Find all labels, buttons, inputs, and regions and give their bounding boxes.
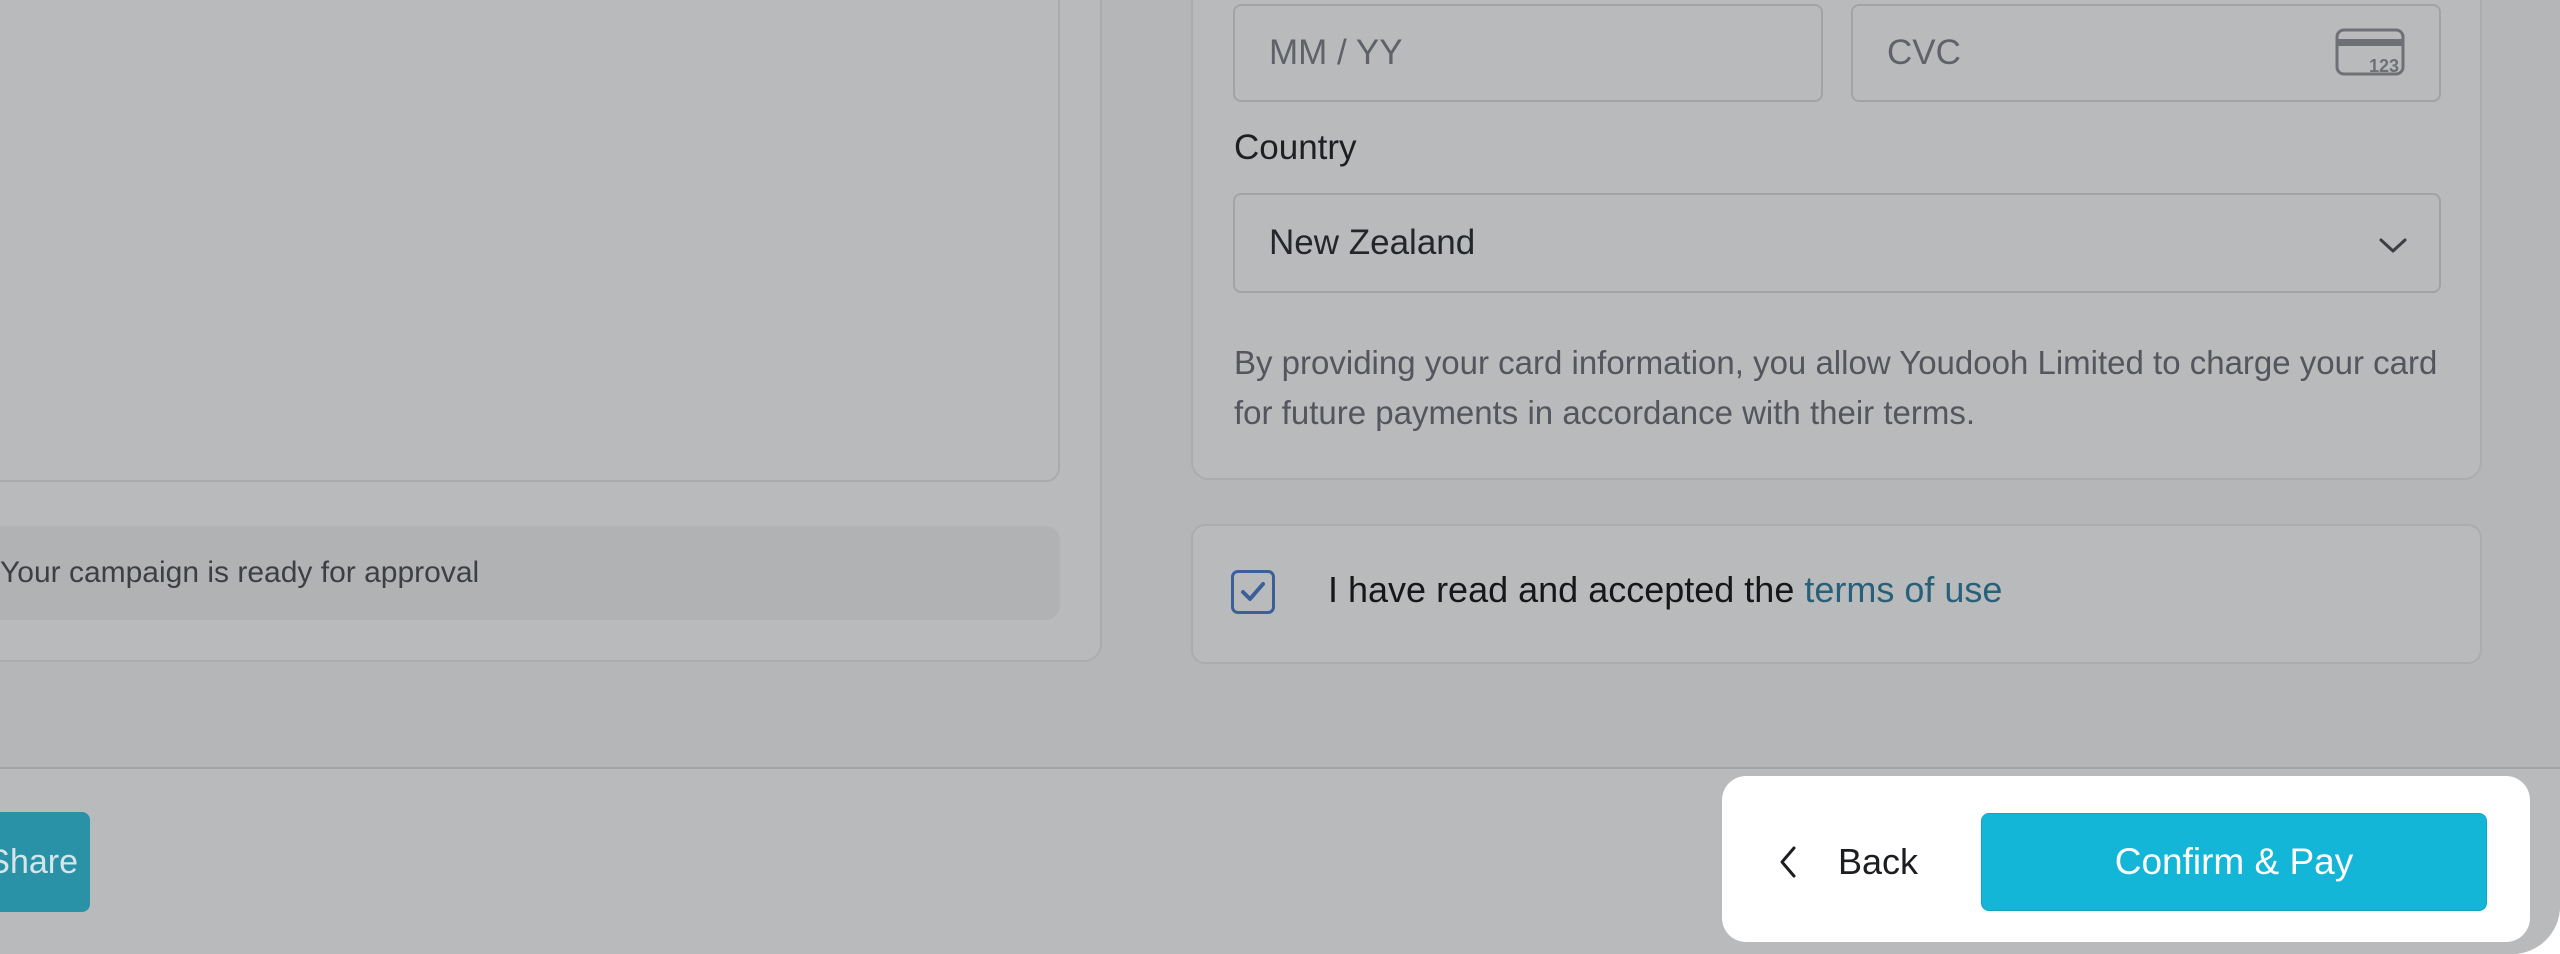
card-expiry-input[interactable]: MM / YY bbox=[1233, 4, 1823, 102]
terms-checkbox[interactable] bbox=[1231, 570, 1275, 614]
status-banner-text: Your campaign is ready for approval bbox=[0, 556, 480, 589]
card-expiry-placeholder: MM / YY bbox=[1269, 33, 1403, 72]
card-cvc-input[interactable]: CVC 123 bbox=[1851, 4, 2441, 102]
share-button[interactable]: Share bbox=[0, 812, 90, 912]
chevron-down-icon bbox=[2379, 238, 2407, 253]
country-select-value: New Zealand bbox=[1269, 223, 1476, 262]
back-button-label: Back bbox=[1838, 841, 1919, 882]
modal-overlay-content: Your campaign is ready for approval MM /… bbox=[0, 0, 2560, 768]
card-disclaimer: By providing your card information, you … bbox=[1234, 344, 2438, 431]
card-cvc-icon: 123 bbox=[2335, 28, 2405, 76]
app-frame: Your campaign is ready for approval MM /… bbox=[0, 0, 2560, 954]
country-select[interactable]: New Zealand bbox=[1233, 193, 2441, 293]
share-button-label: Share bbox=[0, 842, 78, 881]
svg-text:123: 123 bbox=[2369, 56, 2399, 76]
back-button[interactable]: Back bbox=[1766, 812, 1956, 912]
terms-of-use-link[interactable]: terms of use bbox=[1804, 569, 2002, 610]
chevron-left-icon bbox=[1780, 846, 1796, 878]
status-banner-text-wrap: Your campaign is ready for approval bbox=[0, 529, 1060, 617]
terms-text-label: I have read and accepted the bbox=[1328, 569, 1805, 610]
checkmark-icon bbox=[1241, 582, 1265, 601]
confirm-pay-button[interactable]: Confirm & Pay bbox=[1981, 813, 2487, 911]
card-cvc-placeholder: CVC bbox=[1887, 33, 1961, 72]
country-label: Country bbox=[1234, 128, 1357, 167]
campaign-preview bbox=[0, 0, 1060, 482]
terms-text: I have read and accepted the terms of us… bbox=[1328, 569, 2002, 611]
